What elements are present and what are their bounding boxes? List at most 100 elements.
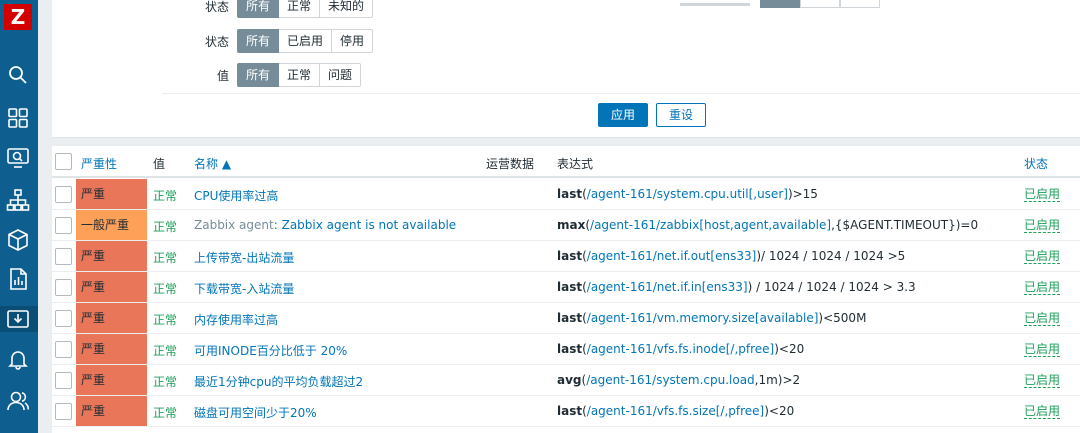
status-toggle[interactable]: 已启用: [1024, 373, 1061, 388]
value-option-ok[interactable]: 正常: [279, 63, 321, 87]
trigger-name-link[interactable]: Zabbix agent: Zabbix agent is not availa…: [194, 218, 456, 232]
status-toggle[interactable]: 已启用: [1024, 311, 1061, 326]
filter-hidden-option[interactable]: [800, 0, 840, 8]
expr-function: last: [557, 342, 583, 356]
trigger-name-link[interactable]: 可用INODE百分比低于 20%: [194, 342, 347, 359]
filter-row-value: 值 所有 正常 问题: [52, 63, 362, 87]
trigger-expression: last(/agent-161/net.if.in[ens33]) / 1024…: [557, 280, 916, 294]
zabbix-logo[interactable]: Z: [4, 4, 32, 30]
row-checkbox[interactable]: [55, 279, 72, 296]
status-toggle[interactable]: 已启用: [1024, 404, 1061, 419]
table-row: 一般严重 正常 Zabbix agent: Zabbix agent is no…: [52, 210, 1080, 241]
trigger-name-link[interactable]: CPU使用率过高: [194, 187, 278, 204]
expr-tail: ,1m)>2: [754, 373, 801, 387]
trigger-name-link[interactable]: 下载带宽-入站流量: [194, 280, 294, 297]
trigger-name[interactable]: CPU使用率过高: [194, 189, 278, 203]
status-toggle[interactable]: 已启用: [1024, 249, 1061, 264]
trigger-name[interactable]: 最近1分钟cpu的平均负载超过2: [194, 375, 363, 389]
trigger-name[interactable]: 上传带宽-出站流量: [194, 251, 294, 265]
status-toggle[interactable]: 已启用: [1024, 342, 1061, 357]
trigger-name[interactable]: 磁盘可用空间少于20%: [194, 406, 317, 420]
network-icon[interactable]: [5, 187, 31, 213]
expr-item-link[interactable]: /agent-161/vm.memory.size[available]: [587, 311, 819, 325]
trigger-name-link[interactable]: 磁盘可用空间少于20%: [194, 404, 317, 421]
status-option-all[interactable]: 所有: [237, 29, 280, 53]
status-option-enabled[interactable]: 已启用: [279, 29, 333, 53]
row-checkbox[interactable]: [55, 310, 72, 327]
trigger-name[interactable]: 可用INODE百分比低于 20%: [194, 344, 347, 358]
trigger-name[interactable]: 下载带宽-入站流量: [194, 282, 294, 296]
filter-hidden-option[interactable]: [840, 0, 880, 8]
trigger-value: 正常: [153, 189, 178, 203]
expr-item-link[interactable]: /agent-161/net.if.in[ens33]: [587, 280, 748, 294]
trigger-value: 正常: [153, 313, 178, 327]
data-collection-icon[interactable]: [0, 306, 38, 332]
apply-button[interactable]: 应用: [598, 103, 649, 127]
expr-function: last: [557, 187, 583, 201]
expr-tail: )<20: [764, 404, 795, 418]
trigger-name[interactable]: Zabbix agent is not available: [282, 218, 457, 232]
state-option-unknown[interactable]: 未知的: [320, 0, 374, 18]
filter-divider: [162, 93, 1080, 94]
row-checkbox[interactable]: [55, 248, 72, 265]
severity-badge: 严重: [76, 241, 147, 271]
select-all-checkbox[interactable]: [55, 153, 72, 170]
users-icon[interactable]: [5, 388, 31, 414]
row-checkbox[interactable]: [55, 217, 72, 234]
expr-item-link[interactable]: /agent-161/net.if.out[ens33]: [587, 249, 757, 263]
filter-hidden-option[interactable]: [760, 0, 800, 8]
search-icon[interactable]: [5, 62, 31, 88]
status-toggle[interactable]: 已启用: [1024, 187, 1061, 202]
row-checkbox[interactable]: [55, 403, 72, 420]
trigger-name-link[interactable]: 最近1分钟cpu的平均负载超过2: [194, 373, 363, 390]
reports-icon[interactable]: [5, 266, 31, 292]
trigger-value: 正常: [153, 282, 178, 296]
expr-function: avg: [557, 373, 582, 387]
status-segmented-control: 所有 已启用 停用: [237, 29, 374, 53]
monitoring-icon[interactable]: [5, 145, 31, 171]
header-severity[interactable]: 严重性: [81, 155, 117, 172]
value-segmented-control: 所有 正常 问题: [237, 63, 362, 87]
header-status[interactable]: 状态: [1024, 155, 1048, 172]
row-checkbox[interactable]: [55, 341, 72, 358]
trigger-expression: last(/agent-161/vm.memory.size[available…: [557, 311, 867, 325]
expr-tail: )/ 1024 / 1024 / 1024 >5: [756, 249, 906, 263]
expr-item-link[interactable]: /agent-161/system.cpu.util[,user]: [587, 187, 788, 201]
header-name[interactable]: 名称 ▲: [194, 155, 231, 172]
expr-item-link[interactable]: /agent-161/vfs.fs.inode[/,pfree]: [587, 342, 774, 356]
row-checkbox[interactable]: [55, 372, 72, 389]
state-option-normal[interactable]: 正常: [279, 0, 321, 18]
inventory-icon[interactable]: [5, 227, 31, 253]
trigger-name-link[interactable]: 内存使用率过高: [194, 311, 278, 328]
alerts-icon[interactable]: [5, 346, 31, 372]
trigger-host[interactable]: Zabbix agent: [194, 218, 274, 232]
severity-badge: 严重: [76, 179, 147, 209]
severity-badge: 严重: [76, 396, 147, 426]
expr-item-link[interactable]: /agent-161/system.cpu.load: [586, 373, 754, 387]
reset-button[interactable]: 重设: [656, 103, 707, 127]
row-checkbox[interactable]: [55, 186, 72, 203]
filter-row-status: 状态 所有 已启用 停用: [52, 29, 374, 53]
header-operational-data: 运营数据: [486, 157, 535, 171]
expr-tail: ) / 1024 / 1024 / 1024 > 3.3: [747, 280, 916, 294]
dashboard-icon[interactable]: [5, 105, 31, 131]
trigger-name-link[interactable]: 上传带宽-出站流量: [194, 249, 294, 266]
filter-row-state: 状态 所有 正常 未知的: [52, 0, 374, 18]
status-toggle[interactable]: 已启用: [1024, 218, 1061, 233]
value-option-all[interactable]: 所有: [237, 63, 280, 87]
trigger-expression: max(/agent-161/zabbix[host,agent,availab…: [557, 218, 979, 232]
status-toggle[interactable]: 已启用: [1024, 280, 1061, 295]
expr-item-link[interactable]: /agent-161/zabbix[host,agent,available]: [590, 218, 831, 232]
expr-item-link[interactable]: /agent-161/vfs.fs.size[/,pfree]: [587, 404, 764, 418]
severity-badge: 一般严重: [76, 210, 147, 240]
trigger-expression: avg(/agent-161/system.cpu.load,1m)>2: [557, 373, 801, 387]
trigger-name[interactable]: 内存使用率过高: [194, 313, 278, 327]
sidebar: Z: [0, 0, 38, 433]
trigger-value: 正常: [153, 406, 178, 420]
status-option-disabled[interactable]: 停用: [332, 29, 374, 53]
value-option-problem[interactable]: 问题: [320, 63, 362, 87]
trigger-value: 正常: [153, 344, 178, 358]
state-option-all[interactable]: 所有: [237, 0, 280, 18]
trigger-value: 正常: [153, 220, 178, 234]
state-segmented-control: 所有 正常 未知的: [237, 0, 374, 18]
